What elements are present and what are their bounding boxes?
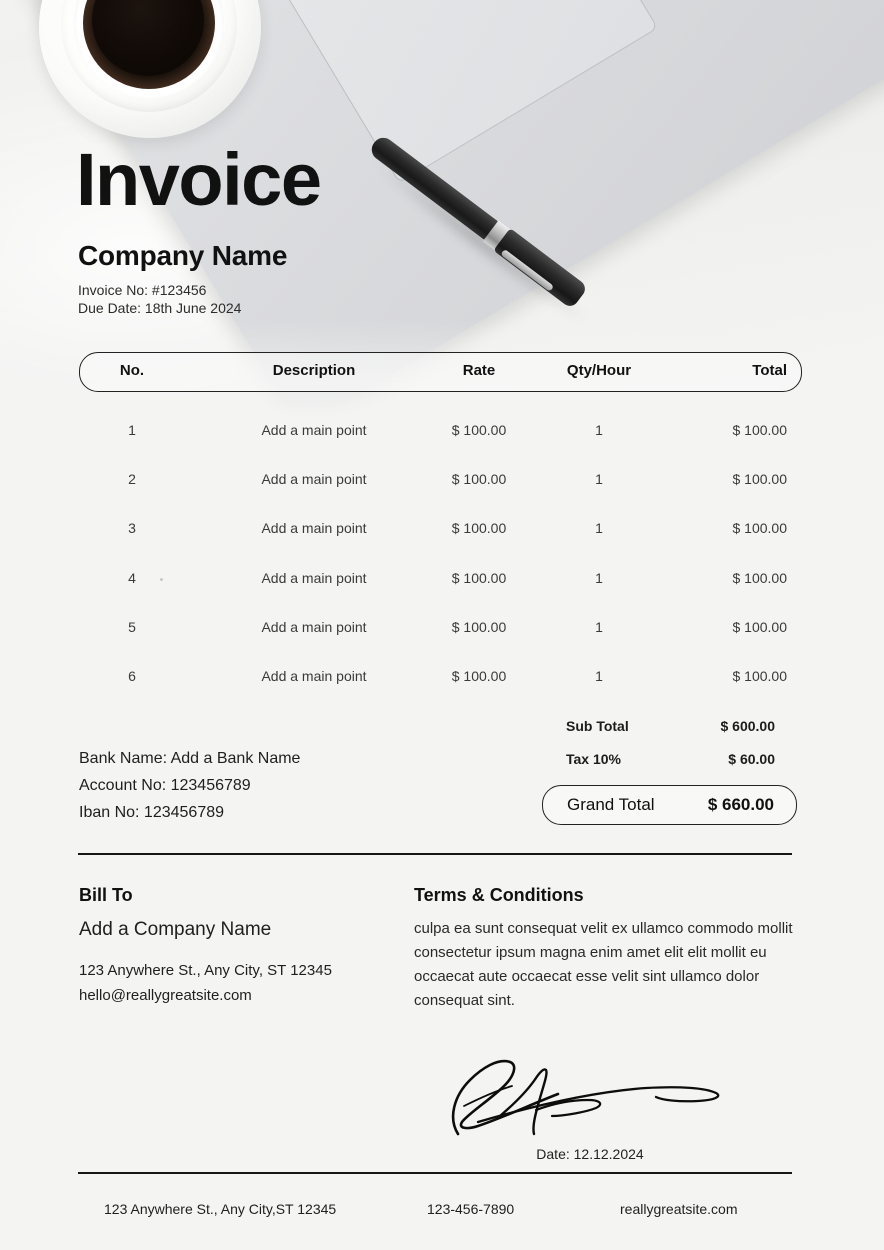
column-header-qty: Qty/Hour xyxy=(566,362,632,379)
row-qty: 1 xyxy=(595,422,603,438)
terms-body: culpa ea sunt consequat velit ex ullamco… xyxy=(414,920,793,1009)
row-total: $ 100.00 xyxy=(732,422,788,438)
row-total: $ 100.00 xyxy=(732,570,788,586)
bill-to-title: Bill To xyxy=(79,885,133,905)
row-qty: 1 xyxy=(595,471,603,487)
bill-to-email: hello@reallygreatsite.com xyxy=(79,987,252,1004)
row-rate: $ 100.00 xyxy=(451,668,507,684)
row-description: Add a main point xyxy=(261,619,367,635)
bill-to-address: 123 Anywhere St., Any City, ST 12345 xyxy=(79,962,332,979)
row-description: Add a main point xyxy=(261,668,367,684)
row-total: $ 100.00 xyxy=(732,471,788,487)
bill-to-company: Add a Company Name xyxy=(79,919,272,940)
page-artifact-dot xyxy=(160,578,163,581)
column-header-description: Description xyxy=(272,362,356,379)
row-description: Add a main point xyxy=(261,422,367,438)
table-row: 2 Add a main point $ 100.00 1 $ 100.00 xyxy=(79,471,800,491)
row-qty: 1 xyxy=(595,619,603,635)
column-header-rate: Rate xyxy=(462,362,496,379)
row-total: $ 100.00 xyxy=(732,520,788,536)
table-header-row: No. Description Rate Qty/Hour Total xyxy=(79,362,800,382)
row-no: 4 xyxy=(128,570,136,586)
row-rate: $ 100.00 xyxy=(451,422,507,438)
column-header-no: No. xyxy=(119,362,145,379)
row-no: 2 xyxy=(128,471,136,487)
signature-date: Date: 12.12.2024 xyxy=(536,1146,644,1162)
subtotal-value: $ 600.00 xyxy=(720,718,776,734)
bank-account-no: Account No: 123456789 xyxy=(79,777,251,794)
footer-website: reallygreatsite.com xyxy=(620,1201,738,1217)
page-title: Invoice xyxy=(76,138,322,221)
bank-iban-no: Iban No: 123456789 xyxy=(79,804,225,821)
row-no: 1 xyxy=(128,422,136,438)
footer-address: 123 Anywhere St., Any City,ST 12345 xyxy=(104,1201,337,1217)
due-date: Due Date: 18th June 2024 xyxy=(78,300,242,316)
row-total: $ 100.00 xyxy=(732,619,788,635)
tax-value: $ 60.00 xyxy=(728,751,775,767)
footer-phone: 123-456-7890 xyxy=(427,1201,515,1217)
row-total: $ 100.00 xyxy=(732,668,788,684)
grand-total-label: Grand Total xyxy=(567,795,655,814)
row-rate: $ 100.00 xyxy=(451,471,507,487)
table-row: 4 Add a main point $ 100.00 1 $ 100.00 xyxy=(79,570,800,590)
row-description: Add a main point xyxy=(261,520,367,536)
row-description: Add a main point xyxy=(261,471,367,487)
section-divider-top xyxy=(78,853,792,855)
row-qty: 1 xyxy=(595,668,603,684)
subtotal-label: Sub Total xyxy=(566,718,629,734)
invoice-meta: Invoice No: #123456 Due Date: 18th June … xyxy=(78,281,241,317)
invoice-number: Invoice No: #123456 xyxy=(78,282,207,298)
tax-label: Tax 10% xyxy=(566,751,621,767)
row-no: 3 xyxy=(128,520,136,536)
bank-name: Bank Name: Add a Bank Name xyxy=(79,750,301,767)
table-row: 5 Add a main point $ 100.00 1 $ 100.00 xyxy=(79,619,800,639)
grand-total-pill: Grand Total $ 660.00 xyxy=(542,785,797,825)
table-row: 6 Add a main point $ 100.00 1 $ 100.00 xyxy=(79,668,800,688)
grand-total-value: $ 660.00 xyxy=(707,795,774,814)
table-row: 1 Add a main point $ 100.00 1 $ 100.00 xyxy=(79,422,800,442)
bank-details: Bank Name: Add a Bank Name Account No: 1… xyxy=(79,745,300,826)
column-header-total: Total xyxy=(752,362,787,379)
row-rate: $ 100.00 xyxy=(451,570,507,586)
signature-image xyxy=(440,1046,740,1146)
bill-to-details: 123 Anywhere St., Any City, ST 12345 hel… xyxy=(79,958,332,1008)
company-name: Company Name xyxy=(78,240,288,271)
row-rate: $ 100.00 xyxy=(451,520,507,536)
row-qty: 1 xyxy=(595,570,603,586)
row-no: 6 xyxy=(128,668,136,684)
section-divider-bottom xyxy=(78,1172,792,1174)
row-no: 5 xyxy=(128,619,136,635)
row-rate: $ 100.00 xyxy=(451,619,507,635)
row-qty: 1 xyxy=(595,520,603,536)
table-row: 3 Add a main point $ 100.00 1 $ 100.00 xyxy=(79,520,800,540)
row-description: Add a main point xyxy=(261,570,367,586)
terms-title: Terms & Conditions xyxy=(414,885,584,905)
